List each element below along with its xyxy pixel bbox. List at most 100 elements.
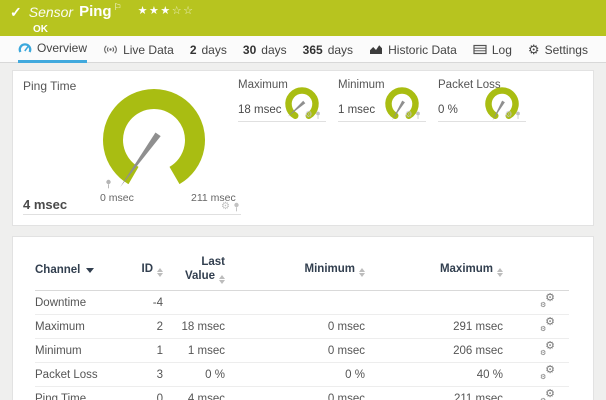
priority-stars[interactable]: ★★★☆☆	[138, 4, 195, 17]
mini-gauge-label: Minimum	[338, 79, 385, 91]
ping-time-value: 4 msec	[23, 197, 67, 212]
gear-icon[interactable]: ⚙	[505, 111, 513, 120]
channel-settings-gears-icon[interactable]: ⚙⚙	[540, 295, 555, 307]
cell-id: 0	[135, 393, 163, 400]
tab-label: Historic Data	[388, 43, 457, 57]
cell-last: 0 %	[163, 369, 225, 381]
tab-log[interactable]: Log	[473, 36, 512, 63]
cell-min: 0 %	[225, 369, 365, 381]
sensor-title[interactable]: Ping	[79, 3, 112, 20]
divider	[238, 121, 326, 122]
star-empty-icon[interactable]: ☆	[172, 5, 183, 17]
tab-label: Overview	[37, 41, 87, 55]
live-data-icon	[103, 44, 118, 55]
gear-icon[interactable]: ⚙	[305, 111, 313, 120]
tab-number: 2	[190, 43, 197, 57]
channel-row-downtime[interactable]: Downtime-4⚙⚙	[35, 291, 569, 315]
channel-settings-cell: ⚙⚙	[503, 295, 569, 310]
cell-max: 206 msec	[365, 345, 503, 357]
pin-icon[interactable]	[315, 111, 321, 120]
channel-row-ping-time[interactable]: Ping Time04 msec0 msec211 msec⚙⚙	[35, 387, 569, 400]
gear-icon[interactable]: ⚙	[405, 111, 413, 120]
column-header-last-value[interactable]: LastValue	[163, 255, 225, 284]
prtg-sensor-page: ✓ Sensor Ping ⚐ ★★★☆☆ OK Overview Live Da…	[0, 0, 606, 400]
status-badge: OK	[33, 24, 48, 35]
mini-gauge-value: 1 msec	[338, 104, 375, 116]
tab-bar: OverviewLive Data2days30days365daysHisto…	[0, 36, 606, 63]
log-icon	[473, 44, 487, 55]
mini-gauge-maximum: Maximum 18 msec ⚙	[238, 77, 326, 129]
channel-settings-gears-icon[interactable]: ⚙⚙	[540, 319, 555, 331]
star-filled-icon[interactable]: ★	[160, 5, 171, 17]
star-empty-icon[interactable]: ☆	[183, 5, 194, 17]
gear-icon[interactable]: ⚙	[221, 202, 230, 212]
cell-last: 1 msec	[163, 345, 225, 357]
gauge-scale-min: 0 msec	[100, 192, 134, 204]
pin-icon[interactable]	[515, 111, 521, 120]
pin-icon[interactable]	[415, 111, 421, 120]
tab-label: Settings	[545, 43, 588, 57]
channel-settings-cell: ⚙⚙	[503, 391, 569, 400]
cell-id: 2	[135, 321, 163, 333]
channel-settings-gears-icon[interactable]: ⚙⚙	[540, 367, 555, 379]
cell-id: 1	[135, 345, 163, 357]
main-gauge-label: Ping Time	[23, 79, 76, 93]
channel-row-maximum[interactable]: Maximum218 msec0 msec291 msec⚙⚙	[35, 315, 569, 339]
gear-icon: ⚙	[528, 43, 540, 56]
tab-live-data[interactable]: Live Data	[103, 36, 174, 63]
mini-gauges: Maximum18 msec⚙Minimum1 msec⚙Packet Loss…	[238, 77, 538, 129]
cell-max: 40 %	[365, 369, 503, 381]
tab-overview[interactable]: Overview	[18, 36, 87, 63]
channels-table: ChannelIDLastValueMinimumMaximumDowntime…	[13, 237, 593, 400]
sensor-header: ✓ Sensor Ping ⚐ ★★★☆☆ OK	[0, 0, 606, 36]
divider	[338, 121, 426, 122]
channel-settings-gears-icon[interactable]: ⚙⚙	[540, 391, 555, 400]
cell-channel: Minimum	[35, 345, 135, 357]
tab-historic-data[interactable]: Historic Data	[369, 36, 457, 63]
channel-settings-gears-icon[interactable]: ⚙⚙	[540, 343, 555, 355]
channel-row-minimum[interactable]: Minimum11 msec0 msec206 msec ⚙⚙	[35, 339, 569, 363]
column-header-id[interactable]: ID	[135, 262, 163, 277]
tab-label: Log	[492, 43, 512, 57]
sort-icon	[497, 268, 503, 277]
tab-2-days[interactable]: 2days	[190, 36, 227, 63]
column-header-channel[interactable]: Channel	[35, 263, 135, 277]
channel-row-packet-loss[interactable]: Packet Loss30 %0 %40 %⚙⚙	[35, 363, 569, 387]
gauge-icon	[18, 42, 32, 54]
gauge-action-icons: ⚙	[405, 111, 421, 120]
cell-channel: Maximum	[35, 321, 135, 333]
cell-last: 18 msec	[163, 321, 225, 333]
star-filled-icon[interactable]: ★	[138, 5, 149, 17]
pin-icon[interactable]	[233, 202, 240, 212]
cell-last: 4 msec	[163, 393, 225, 400]
mini-gauge-label: Maximum	[238, 79, 288, 91]
divider	[23, 214, 241, 215]
tab-365-days[interactable]: 365days	[303, 36, 353, 63]
flag-icon[interactable]: ⚐	[114, 2, 122, 13]
historic-data-icon	[369, 44, 383, 55]
sort-desc-icon	[86, 268, 94, 273]
mini-gauge-dial	[282, 84, 326, 129]
mini-gauge-minimum: Minimum 1 msec ⚙	[338, 77, 426, 129]
star-filled-icon[interactable]: ★	[149, 5, 160, 17]
divider	[438, 121, 526, 122]
tab-number: 30	[243, 43, 256, 57]
gauge-action-icons: ⚙	[305, 111, 321, 120]
column-header-maximum[interactable]: Maximum	[365, 262, 503, 277]
column-header-minimum[interactable]: Minimum	[225, 262, 365, 277]
mini-gauge-value: 18 msec	[238, 104, 281, 116]
tab-label: days	[261, 43, 286, 57]
overview-panel: Ping Time 0 msec 211 msec 4 msec ⚙ Maxim…	[12, 70, 594, 226]
cell-min: 0 msec	[225, 393, 365, 400]
tab-label: Live Data	[123, 43, 174, 57]
gauge-action-icons: ⚙	[221, 202, 240, 212]
tab-30-days[interactable]: 30 days	[243, 36, 287, 63]
mini-gauge-dial	[382, 84, 426, 129]
mini-gauge-dial	[482, 84, 526, 129]
cell-channel: Packet Loss	[35, 369, 135, 381]
tab-label: days	[328, 43, 353, 57]
sensor-type-label: Sensor	[29, 4, 73, 20]
cell-channel: Downtime	[35, 297, 135, 309]
cell-min: 0 msec	[225, 345, 365, 357]
tab-settings[interactable]: ⚙ Settings	[528, 36, 588, 63]
